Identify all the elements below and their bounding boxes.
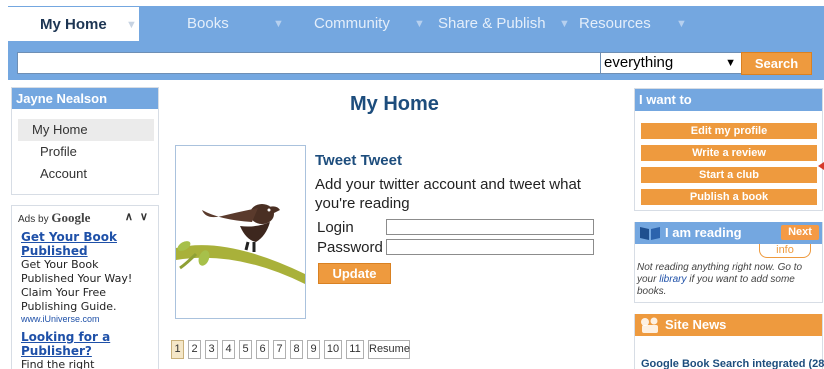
site-news-panel: Site News Google Book Search integrated … — [634, 314, 824, 369]
site-news-title: Site News — [665, 317, 727, 332]
page-title: My Home — [350, 93, 439, 115]
ad-text-line: Find the right — [21, 358, 95, 369]
chevron-down-icon[interactable]: ▼ — [676, 6, 687, 42]
search-bar: everything ▼ Search — [8, 41, 824, 80]
page-link[interactable]: 8 — [290, 340, 303, 359]
i-want-to-title: I want to — [635, 89, 822, 111]
ad-url[interactable]: www.iUniverse.com — [21, 314, 100, 324]
password-field[interactable] — [386, 239, 594, 255]
ads-panel: Ads by Google ∧ ∨ Get Your Book Publishe… — [11, 205, 159, 369]
reading-title: I am reading — [665, 225, 742, 240]
tab-label: Resources — [579, 15, 651, 32]
info-tab[interactable]: info — [759, 244, 811, 258]
ad-text-line: Publishing Guide. — [21, 300, 117, 313]
tab-label: My Home — [40, 16, 107, 33]
update-button[interactable]: Update — [318, 263, 391, 284]
sidebar-item-account[interactable]: Account — [18, 163, 154, 185]
i-want-to-panel: I want to Edit my profile Write a review… — [634, 88, 823, 211]
search-button[interactable]: Search — [741, 52, 812, 75]
tweet-description: Add your twitter account and tweet what … — [315, 175, 605, 213]
login-field[interactable] — [386, 219, 594, 235]
page-link[interactable]: 11 — [346, 340, 364, 359]
chevron-down-icon: ▼ — [725, 57, 736, 69]
search-scope-select[interactable]: everything ▼ — [600, 52, 742, 74]
bird-icon — [176, 204, 305, 284]
chevron-down-icon[interactable]: ▼ — [126, 7, 137, 43]
search-scope-value: everything — [604, 54, 674, 71]
sidebar-item-profile[interactable]: Profile — [18, 141, 154, 163]
tab-share-publish[interactable]: Share & Publish ▼ — [426, 6, 570, 41]
edit-profile-button[interactable]: Edit my profile — [641, 123, 817, 139]
chevron-down-icon[interactable]: ▼ — [273, 6, 284, 42]
reading-header: I am reading Next — [635, 222, 822, 244]
news-item-link[interactable]: Google Book Search integrated (28 — [641, 358, 824, 369]
tab-my-home[interactable]: My Home ▼ — [8, 7, 139, 41]
tweet-title: Tweet Tweet — [315, 152, 402, 169]
tab-label: Community — [314, 15, 390, 32]
next-button[interactable]: Next — [781, 225, 819, 240]
password-label: Password — [317, 239, 383, 256]
page-link[interactable]: 1 — [171, 340, 184, 359]
tab-community[interactable]: Community ▼ — [302, 6, 425, 41]
reading-message: Not reading anything right now. Go to yo… — [637, 262, 819, 298]
ad-title-line[interactable]: Publisher? — [21, 344, 92, 358]
page-link[interactable]: 7 — [273, 340, 286, 359]
ads-nav-arrows[interactable]: ∧ ∨ — [125, 210, 150, 223]
library-link[interactable]: library — [659, 274, 686, 285]
arrow-left-icon — [818, 162, 824, 170]
page-link[interactable]: 2 — [188, 340, 201, 359]
write-review-button[interactable]: Write a review — [641, 145, 817, 161]
tab-resources[interactable]: Resources ▼ — [567, 6, 687, 41]
ad-text-line: Get Your Book — [21, 258, 99, 271]
google-logo: Google — [51, 210, 91, 225]
page-link[interactable]: 5 — [239, 340, 252, 359]
reading-panel: I am reading Next info Not reading anyth… — [634, 222, 823, 303]
news-icon — [641, 317, 658, 333]
tab-books[interactable]: Books ▼ — [175, 6, 284, 41]
twitter-bird-image — [175, 145, 306, 319]
publish-book-button[interactable]: Publish a book — [641, 189, 817, 205]
page-link[interactable]: 10 — [324, 340, 342, 359]
ad-title-line[interactable]: Get Your Book — [21, 230, 117, 244]
page-link[interactable]: 6 — [256, 340, 269, 359]
start-club-button[interactable]: Start a club — [641, 167, 817, 183]
page-link[interactable]: 4 — [222, 340, 235, 359]
ads-label: Ads by Google — [18, 210, 90, 226]
sidebar-item-my-home[interactable]: My Home — [18, 119, 154, 141]
tab-label: Books — [187, 15, 229, 32]
tweet-description-line: Add your twitter account and tweet what — [315, 176, 581, 193]
page-link[interactable]: 9 — [307, 340, 320, 359]
user-panel: Jayne Nealson My Home Profile Account — [11, 87, 159, 195]
top-nav: My Home ▼ Books ▼ Community ▼ Share & Pu… — [8, 6, 824, 41]
chevron-down-icon[interactable]: ▼ — [414, 6, 425, 42]
user-name: Jayne Nealson — [12, 88, 158, 109]
page-link[interactable]: 3 — [205, 340, 218, 359]
login-label: Login — [317, 219, 354, 236]
ad-title-line[interactable]: Looking for a — [21, 330, 110, 344]
ad-title-line[interactable]: Published — [21, 244, 88, 258]
resume-link[interactable]: Resume — [368, 340, 410, 359]
tab-label: Share & Publish — [438, 15, 546, 32]
site-news-header: Site News — [635, 314, 822, 336]
ads-label-prefix: Ads by — [18, 214, 49, 225]
book-icon — [640, 227, 660, 240]
ad-text-line: Claim Your Free — [21, 286, 107, 299]
tweet-description-line: you're reading — [315, 195, 410, 212]
search-input[interactable] — [17, 52, 604, 74]
ad-text-line: Published Your Way! — [21, 272, 133, 285]
